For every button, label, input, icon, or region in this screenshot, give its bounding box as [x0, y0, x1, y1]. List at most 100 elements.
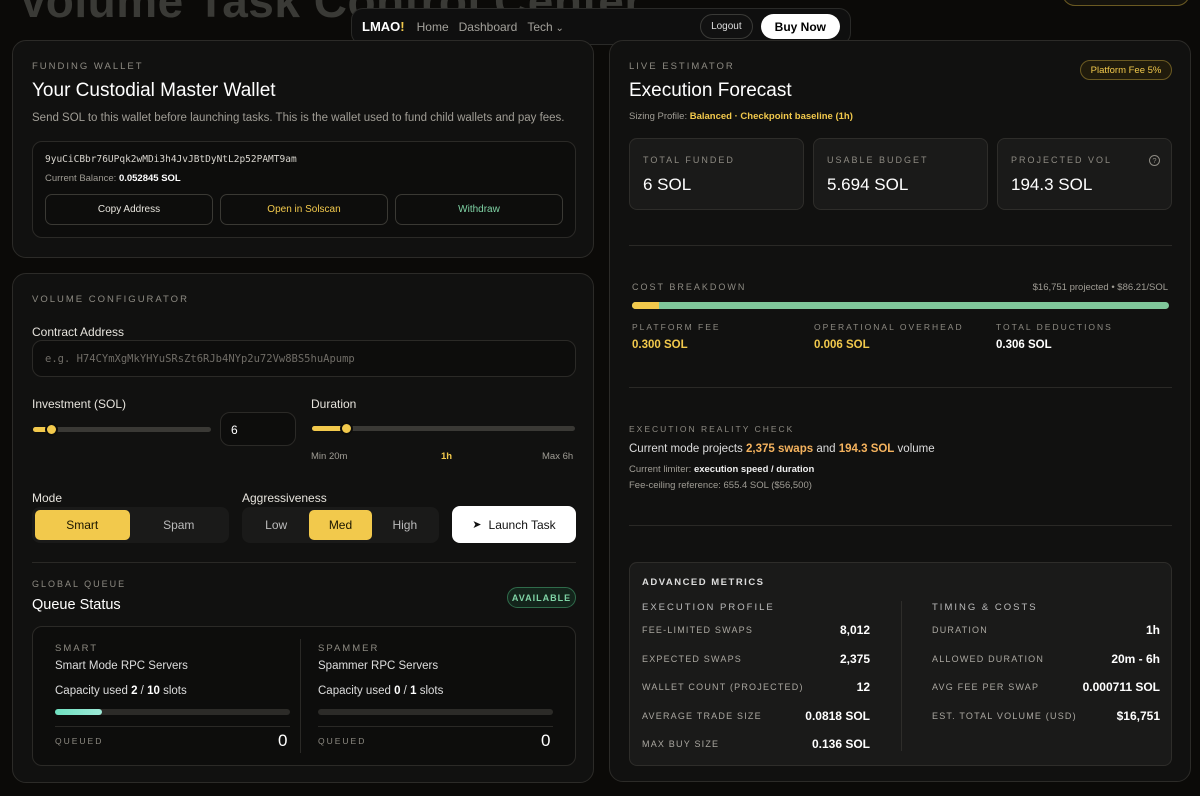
advanced-title: ADVANCED METRICS [642, 577, 765, 588]
reality-swaps: 2,375 swaps [745, 443, 814, 455]
reality-volume: 194.3 SOL [838, 443, 895, 455]
smart-capacity-fill [55, 709, 102, 715]
cost-label: TOTAL DEDUCTIONS [996, 322, 1113, 332]
row-value: 1h [1145, 623, 1160, 637]
nav-tech-dropdown[interactable]: Tech [527, 20, 564, 34]
row-label: WALLET COUNT (PROJECTED) [642, 682, 804, 692]
rocket-icon: ➤ [472, 519, 482, 531]
spam-capacity: Capacity used 0 / 1 slots [318, 685, 444, 697]
row-value: 0.136 SOL [811, 737, 870, 751]
smart-used: 2 [131, 685, 138, 697]
metric-label: TOTAL FUNDED [643, 155, 735, 165]
sizing-value: Balanced · Checkpoint baseline (1h) [689, 111, 853, 122]
profile-row: EXPECTED SWAPS 2,375 [642, 652, 870, 666]
smart-total: 10 [147, 685, 160, 697]
smart-cap-label: Capacity used [55, 685, 128, 697]
divider [32, 562, 576, 563]
aggr-low[interactable]: Low [245, 510, 307, 540]
queue-title: Queue Status [32, 597, 121, 613]
metric-usable-budget: USABLE BUDGET 5.694 SOL [813, 138, 988, 210]
timing-row: EST. TOTAL VOLUME (USD) $16,751 [932, 709, 1160, 723]
withdraw-button[interactable]: Withdraw [395, 194, 563, 225]
spam-title: Spammer RPC Servers [318, 660, 439, 672]
logout-button[interactable]: Logout [700, 14, 753, 39]
queue-box: SMART Smart Mode RPC Servers Capacity us… [32, 626, 576, 766]
row-label: AVERAGE TRADE SIZE [642, 711, 762, 721]
spam-eyebrow: SPAMMER [318, 643, 380, 654]
open-solscan-button[interactable]: Open in Solscan [220, 194, 388, 225]
spam-queued-label: QUEUED [318, 736, 367, 746]
row-label: FEE-LIMITED SWAPS [642, 625, 754, 635]
copy-address-button[interactable]: Copy Address [45, 194, 213, 225]
aggr-med[interactable]: Med [309, 510, 372, 540]
forecast-eyebrow: LIVE ESTIMATOR [629, 61, 735, 72]
metric-value: 194.3 SOL [1011, 175, 1093, 194]
platform-fee-badge: Platform Fee 5% [1080, 60, 1172, 80]
divider [629, 525, 1172, 526]
smart-queued-label: QUEUED [55, 736, 104, 746]
row-label: MAX BUY SIZE [642, 739, 720, 749]
logo-mark: ! [400, 19, 405, 34]
duration-slider-handle[interactable] [340, 422, 353, 435]
row-value: 0.000711 SOL [1082, 680, 1160, 694]
queue-status-badge: AVAILABLE [507, 587, 576, 608]
aggressiveness-toggle: Low Med High [242, 507, 439, 543]
wallet-address[interactable]: 9yuCiCBbr76UPqk2wMDi3h4JvJBtDyNtL2p52PAM… [45, 154, 297, 165]
wallet-eyebrow: FUNDING WALLET [32, 61, 144, 72]
reality-prefix: Current mode projects [629, 443, 743, 455]
aggressiveness-label: Aggressiveness [242, 491, 327, 505]
metric-total-funded: TOTAL FUNDED 6 SOL [629, 138, 804, 210]
reality-summary: Current mode projects 2,375 swaps and 19… [629, 443, 935, 455]
spam-cap-label: Capacity used [318, 685, 391, 697]
investment-slider-handle[interactable] [45, 423, 58, 436]
duration-min: Min 20m [311, 451, 348, 462]
smart-capacity-bar [55, 709, 290, 715]
investment-slider[interactable] [33, 423, 211, 436]
nav-dashboard[interactable]: Dashboard [459, 20, 518, 34]
timing-row: DURATION 1h [932, 623, 1160, 637]
cost-total: TOTAL DEDUCTIONS 0.306 SOL [996, 322, 1113, 351]
investment-input[interactable]: 6 [220, 412, 296, 446]
advanced-column-divider [901, 601, 902, 751]
cost-overhead: OPERATIONAL OVERHEAD 0.006 SOL [814, 322, 964, 351]
metric-label: USABLE BUDGET [827, 155, 929, 165]
row-label: EST. TOTAL VOLUME (USD) [932, 711, 1077, 721]
limiter-label: Current limiter: [629, 464, 692, 475]
contract-label: Contract Address [32, 325, 125, 339]
cost-platform-fee: PLATFORM FEE 0.300 SOL [632, 322, 721, 351]
limiter: Current limiter: execution speed / durat… [629, 464, 814, 475]
duration-slider[interactable] [312, 422, 575, 435]
limiter-value: execution speed / duration [693, 464, 815, 475]
smart-divider [55, 726, 290, 727]
cost-label: PLATFORM FEE [632, 322, 721, 332]
smart-title: Smart Mode RPC Servers [55, 660, 188, 672]
timing-row: ALLOWED DURATION 20m - 6h [932, 652, 1160, 666]
duration-max: Max 6h [542, 451, 574, 462]
header-action-button[interactable] [1062, 0, 1190, 6]
launch-task-button[interactable]: ➤ Launch Task [452, 506, 576, 543]
buy-now-button[interactable]: Buy Now [760, 14, 840, 39]
help-icon[interactable]: ? [1149, 155, 1160, 166]
profile-row: WALLET COUNT (PROJECTED) 12 [642, 680, 870, 694]
cost-label: OPERATIONAL OVERHEAD [814, 322, 964, 332]
timing-title: TIMING & COSTS [932, 602, 1038, 613]
mode-spam[interactable]: Spam [132, 510, 227, 540]
mode-smart[interactable]: Smart [35, 510, 130, 540]
reality-and: and [816, 443, 836, 455]
metric-label: PROJECTED VOL [1011, 155, 1113, 165]
cost-value: 0.006 SOL [814, 339, 870, 351]
logo-text: LMAO [362, 19, 401, 34]
nav-home[interactable]: Home [417, 20, 449, 34]
aggr-high[interactable]: High [374, 510, 436, 540]
divider [629, 245, 1172, 246]
row-label: AVG FEE PER SWAP [932, 682, 1040, 692]
contract-address-input[interactable]: e.g. H74CYmXgMkYHYuSRsZt6RJb4NYp2u72Vw8B… [32, 340, 576, 377]
duration-label: Duration [311, 397, 357, 411]
row-label: EXPECTED SWAPS [642, 654, 742, 664]
logo[interactable]: LMAO! [362, 19, 405, 34]
reality-eyebrow: EXECUTION REALITY CHECK [629, 424, 795, 434]
launch-task-label: Launch Task [488, 517, 556, 532]
row-value: $16,751 [1116, 709, 1160, 723]
cost-value: 0.300 SOL [632, 339, 688, 351]
profile-row: MAX BUY SIZE 0.136 SOL [642, 737, 870, 751]
